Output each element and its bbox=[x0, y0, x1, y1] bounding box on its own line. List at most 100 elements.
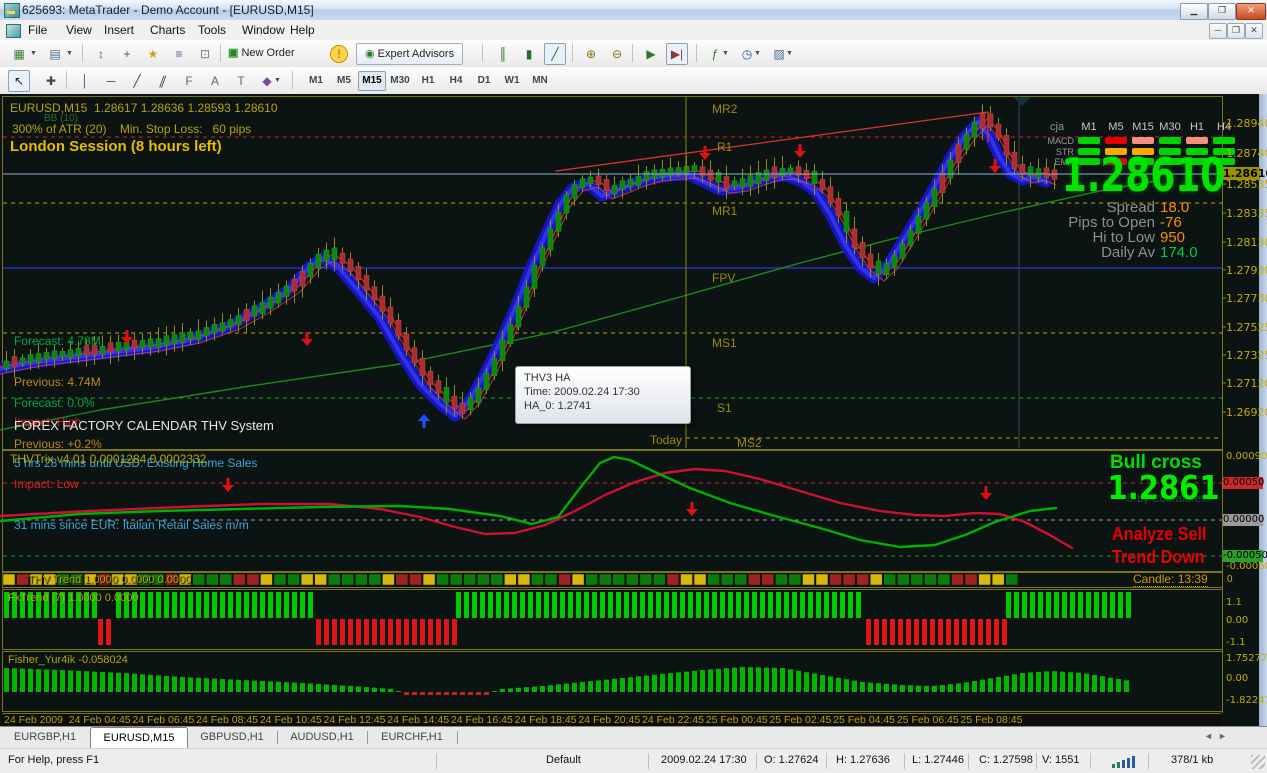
status-separator bbox=[904, 753, 905, 769]
arrows-dropdown[interactable]: ▼ bbox=[274, 77, 281, 84]
data-window-button[interactable]: ⊡ bbox=[194, 43, 216, 65]
profiles-button[interactable]: ▤ bbox=[44, 43, 66, 65]
menu-tools[interactable]: Tools bbox=[198, 23, 226, 37]
tab-eurusd-m15[interactable]: EURUSD,M15 bbox=[90, 727, 188, 749]
tab-audusd-h1[interactable]: AUDUSD,H1 bbox=[278, 727, 366, 748]
trix-tick: -0.000602 bbox=[1226, 561, 1260, 572]
close-button[interactable]: ✕ bbox=[1236, 3, 1266, 20]
line-chart-button[interactable]: ╱ bbox=[544, 43, 566, 65]
mdi-close-button[interactable]: ✕ bbox=[1245, 23, 1263, 39]
signal-bar bbox=[1112, 764, 1115, 768]
tab-scroll-right[interactable]: ► bbox=[1218, 731, 1227, 741]
calendar-title: FOREX FACTORY CALENDAR THV System bbox=[14, 418, 274, 433]
timeframe-m5[interactable]: M5 bbox=[330, 71, 358, 91]
signal-bar bbox=[1132, 756, 1135, 768]
timeframe-h1[interactable]: H1 bbox=[414, 71, 442, 91]
fibonacci-button[interactable]: F bbox=[178, 70, 200, 92]
mdi-minimize-button[interactable]: ─ bbox=[1209, 23, 1227, 39]
timeframe-d1[interactable]: D1 bbox=[470, 71, 498, 91]
mdi-restore-button[interactable]: ❐ bbox=[1227, 23, 1245, 39]
vertical-line-button[interactable]: │ bbox=[74, 70, 96, 92]
pivot-ms1: MS1 bbox=[712, 336, 737, 350]
status-time: 2009.02.24 17:30 bbox=[661, 754, 747, 766]
cursor-button[interactable]: ↖ bbox=[8, 70, 30, 92]
expert-advisors-icon: ◉ bbox=[365, 48, 378, 60]
status-separator bbox=[436, 753, 437, 769]
status-separator bbox=[968, 753, 969, 769]
periods-dropdown[interactable]: ▼ bbox=[754, 50, 761, 57]
timeframe-h4[interactable]: H4 bbox=[442, 71, 470, 91]
zoom-out-button[interactable]: ⊖ bbox=[606, 43, 628, 65]
navigator-button[interactable]: ≡ bbox=[168, 43, 190, 65]
zoom-in-button[interactable]: ⊕ bbox=[580, 43, 602, 65]
candlestick-button[interactable]: ▮ bbox=[518, 43, 540, 65]
new-chart-button[interactable]: ▦ bbox=[8, 43, 30, 65]
tab-eurchf-h1[interactable]: EURCHF,H1 bbox=[368, 727, 456, 748]
favorites-button[interactable]: ★ bbox=[142, 43, 164, 65]
auto-scroll-button[interactable]: ▶ bbox=[640, 43, 662, 65]
time-label: 24 Feb 14:45 bbox=[383, 714, 453, 726]
fx-tick: -1.1 bbox=[1226, 637, 1260, 648]
panel-cell-macd-M30 bbox=[1159, 137, 1181, 144]
menu-help[interactable]: Help bbox=[290, 23, 315, 37]
resize-grip[interactable] bbox=[1251, 755, 1265, 769]
stat-value-4: 174.0 bbox=[1160, 244, 1220, 261]
pivot-fpv: FPV bbox=[712, 271, 735, 285]
market-watch-button[interactable]: ↕ bbox=[90, 43, 112, 65]
price-tick: 1.28740 bbox=[1226, 147, 1260, 160]
tab-gbpusd-h1[interactable]: GBPUSD,H1 bbox=[188, 727, 276, 748]
timeframe-m30[interactable]: M30 bbox=[386, 71, 414, 91]
minimize-button[interactable]: ▁ bbox=[1180, 3, 1208, 20]
profiles-dropdown[interactable]: ▼ bbox=[66, 50, 73, 57]
text-button[interactable]: A bbox=[204, 70, 226, 92]
signal-bar bbox=[1122, 760, 1125, 768]
menu-view[interactable]: View bbox=[66, 23, 92, 37]
price-tick: 1.28130 bbox=[1226, 236, 1260, 249]
fxtrend-label: FxTrend (7) 1.0000 0.0000 bbox=[8, 592, 138, 604]
tab-eurgbp-h1[interactable]: EURGBP,H1 bbox=[2, 727, 88, 748]
timeframe-m1[interactable]: M1 bbox=[302, 71, 330, 91]
bar-chart-button[interactable]: ║ bbox=[492, 43, 514, 65]
toolbar-separator bbox=[292, 71, 293, 89]
templates-dropdown[interactable]: ▼ bbox=[786, 50, 793, 57]
horizontal-line-button[interactable]: ─ bbox=[100, 70, 122, 92]
channel-button[interactable]: ∥ bbox=[148, 70, 178, 92]
maximize-button[interactable]: ❐ bbox=[1208, 3, 1236, 20]
new-chart-dropdown[interactable]: ▼ bbox=[30, 50, 37, 57]
panel-cell-macd-H1 bbox=[1186, 137, 1208, 144]
alert-icon[interactable]: ! bbox=[330, 45, 348, 63]
chart-area[interactable]: EURUSD,M15 1.28617 1.28636 1.28593 1.286… bbox=[0, 94, 1267, 726]
expert-advisors-button[interactable]: ◉ Expert Advisors bbox=[356, 43, 463, 65]
menu-window[interactable]: Window bbox=[242, 23, 285, 37]
menu-charts[interactable]: Charts bbox=[150, 23, 185, 37]
candle-timer: Candle: 13:39 bbox=[1133, 572, 1208, 587]
session-label: London Session (8 hours left) bbox=[10, 138, 222, 155]
trendline-button[interactable]: ╱ bbox=[126, 70, 148, 92]
menu-file[interactable]: File bbox=[28, 23, 47, 37]
indicators-dropdown[interactable]: ▼ bbox=[722, 50, 729, 57]
price-tick: 1.27730 bbox=[1226, 292, 1260, 305]
status-v: V: 1551 bbox=[1042, 754, 1080, 766]
text-label-button[interactable]: T bbox=[230, 70, 252, 92]
menu-insert[interactable]: Insert bbox=[104, 23, 134, 37]
title-bar: 625693: MetaTrader - Demo Account - [EUR… bbox=[0, 0, 1267, 21]
time-label: 24 Feb 20:45 bbox=[574, 714, 644, 726]
status-help: For Help, press F1 bbox=[8, 754, 99, 766]
pivot-ms2: MS2 bbox=[737, 436, 762, 450]
tab-scroll-left[interactable]: ◄ bbox=[1204, 731, 1213, 741]
panel-col-H1: H1 bbox=[1186, 121, 1208, 133]
thvtrix-label: THVTrix v4.01 0.0001284 0.0002332 bbox=[10, 452, 206, 466]
chart-shift-button[interactable]: ▶| bbox=[666, 43, 688, 65]
new-order-button[interactable]: ▣ New Order bbox=[228, 43, 295, 63]
metatrader-window: 625693: MetaTrader - Demo Account - [EUR… bbox=[0, 0, 1267, 773]
pivot-mr1: MR1 bbox=[712, 204, 737, 218]
crosshair-button[interactable]: + bbox=[116, 43, 138, 65]
time-label: 24 Feb 2009 bbox=[4, 714, 74, 726]
crosshair-tool-button[interactable]: ✚ bbox=[40, 70, 62, 92]
chart-tabs-bar: EURGBP,H1EURUSD,M15GBPUSD,H1AUDUSD,H1EUR… bbox=[0, 726, 1267, 749]
timeframe-w1[interactable]: W1 bbox=[498, 71, 526, 91]
trix-level-box: 0.00000 bbox=[1223, 514, 1263, 526]
toolbar-separator bbox=[632, 44, 633, 62]
timeframe-m15[interactable]: M15 bbox=[358, 71, 386, 91]
timeframe-mn[interactable]: MN bbox=[526, 71, 554, 91]
